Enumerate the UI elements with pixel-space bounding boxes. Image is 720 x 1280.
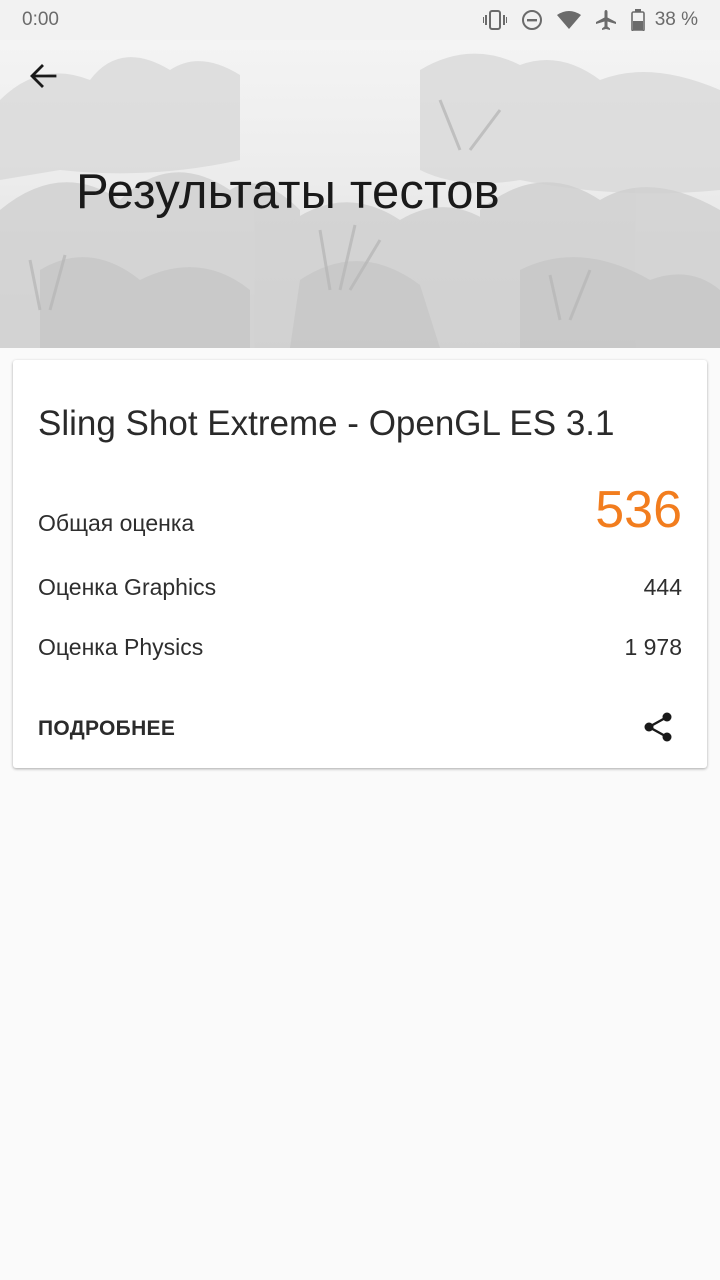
status-bar: 0:00 38 % [0, 0, 720, 40]
physics-score-value: 1 978 [624, 634, 682, 660]
airplane-icon [595, 9, 617, 31]
battery-percent: 38 % [654, 9, 698, 30]
do-not-disturb-icon [521, 9, 543, 31]
status-icons: 38 % [482, 9, 698, 31]
header-banner: Результаты тестов [0, 40, 720, 348]
arrow-back-icon [30, 64, 57, 88]
share-icon [644, 712, 672, 742]
share-button[interactable] [639, 708, 677, 746]
result-card: Sling Shot Extreme - OpenGL ES 3.1 Общая… [13, 360, 707, 768]
physics-score-label: Оценка Physics [38, 634, 204, 660]
details-button[interactable]: ПОДРОБНЕЕ [38, 717, 175, 741]
vibrate-icon [482, 9, 507, 31]
battery-icon [630, 9, 645, 31]
status-time: 0:00 [22, 9, 59, 30]
overall-score-label: Общая оценка [38, 510, 195, 536]
back-button[interactable] [18, 54, 68, 98]
graphics-score-value: 444 [643, 574, 682, 600]
test-name: Sling Shot Extreme - OpenGL ES 3.1 [38, 404, 615, 443]
wifi-icon [556, 10, 581, 30]
overall-score-value: 536 [595, 481, 682, 539]
graphics-score-label: Оценка Graphics [38, 574, 217, 600]
page-title: Результаты тестов [76, 165, 500, 219]
